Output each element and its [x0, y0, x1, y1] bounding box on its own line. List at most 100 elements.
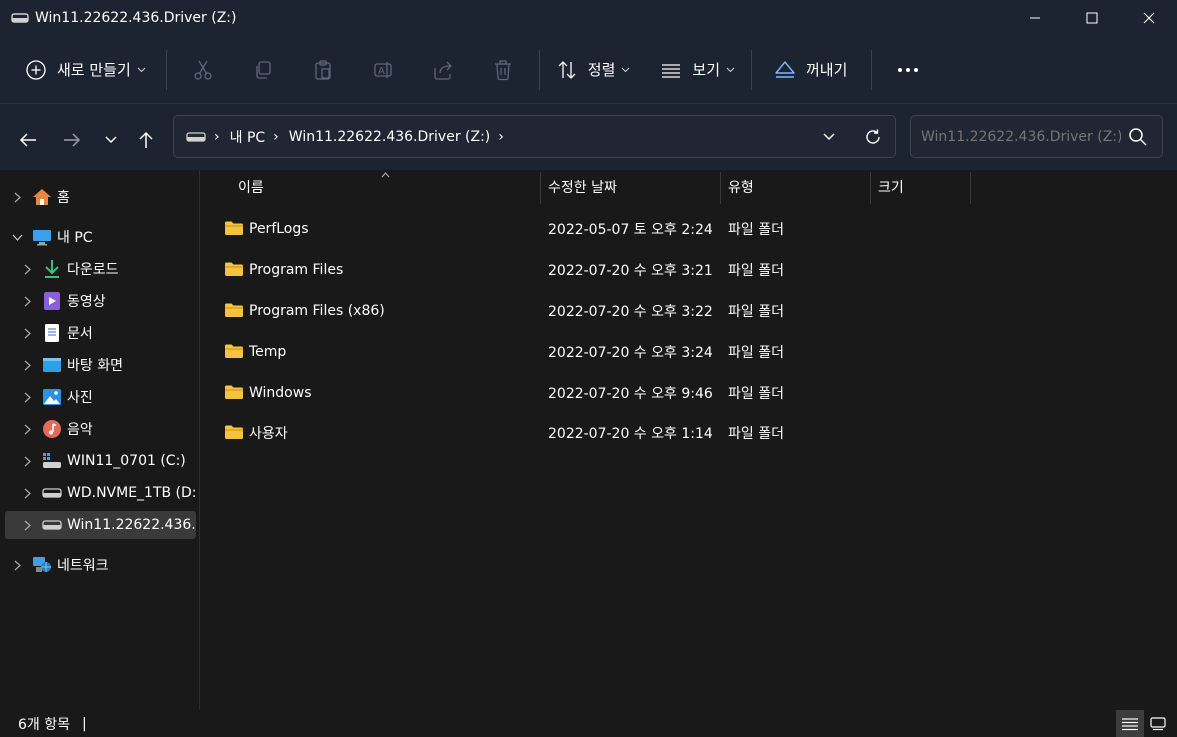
more-button[interactable]: [878, 50, 938, 90]
sidebar-item-label: WD.NVME_1TB (D:): [67, 485, 196, 501]
details-view-button[interactable]: [1116, 710, 1144, 737]
home-icon: [32, 187, 52, 207]
rename-button[interactable]: A: [353, 50, 413, 90]
drive-icon: [11, 11, 29, 25]
table-row[interactable]: Windows 2022-07-20 수 오후 9:46 파일 폴더: [201, 373, 1177, 413]
refresh-icon: [866, 129, 880, 144]
chevron-right-icon[interactable]: [10, 558, 24, 572]
address-bar[interactable]: › 내 PC › Win11.22622.436.Driver (Z:) ›: [173, 115, 896, 158]
cut-icon: [194, 60, 212, 80]
table-row[interactable]: Temp 2022-07-20 수 오후 3:24 파일 폴더: [201, 332, 1177, 372]
sidebar-item-drive-d[interactable]: WD.NVME_1TB (D:): [0, 479, 196, 507]
column-divider[interactable]: [970, 172, 971, 204]
address-dropdown-button[interactable]: [807, 116, 851, 157]
sidebar-item-label: 내 PC: [57, 230, 93, 246]
table-row[interactable]: Program Files 2022-07-20 수 오후 3:21 파일 폴더: [201, 250, 1177, 290]
recent-locations-button[interactable]: [95, 124, 127, 156]
copy-button[interactable]: [233, 50, 293, 90]
delete-icon: [494, 59, 511, 80]
column-header-size[interactable]: 크기: [878, 170, 904, 204]
file-name: Program Files (x86): [249, 303, 385, 319]
column-header-date[interactable]: 수정한 날짜: [548, 170, 617, 204]
forward-button[interactable]: [56, 124, 88, 156]
search-input[interactable]: [921, 128, 1121, 145]
folder-icon: [224, 302, 244, 322]
arrow-up-icon: [139, 131, 153, 148]
chevron-right-icon[interactable]: [10, 190, 24, 204]
drive-icon: [42, 515, 62, 535]
search-box[interactable]: [910, 115, 1163, 158]
pc-icon: [32, 227, 52, 247]
maximize-button[interactable]: [1063, 0, 1120, 36]
delete-button[interactable]: [473, 50, 533, 90]
eject-button[interactable]: 꺼내기: [764, 50, 857, 90]
sidebar-item-drive-c[interactable]: WIN11_0701 (C:): [0, 447, 196, 475]
breadcrumb-pc[interactable]: 내 PC: [230, 127, 266, 147]
column-divider[interactable]: [540, 172, 541, 204]
up-button[interactable]: [130, 124, 162, 156]
close-button[interactable]: [1120, 0, 1177, 36]
rename-icon: A: [374, 61, 392, 78]
chevron-right-icon[interactable]: [20, 454, 34, 468]
folder-icon: [224, 220, 244, 240]
arrow-left-icon: [19, 133, 36, 147]
sidebar-item-videos[interactable]: 동영상: [0, 287, 196, 315]
sidebar-item-label: 동영상: [67, 294, 106, 310]
column-divider[interactable]: [870, 172, 871, 204]
breadcrumb-drive[interactable]: Win11.22622.436.Driver (Z:): [289, 129, 490, 145]
table-row[interactable]: 사용자 2022-07-20 수 오후 1:14 파일 폴더: [201, 413, 1177, 453]
sidebar-item-label: 문서: [67, 326, 93, 342]
refresh-button[interactable]: [851, 116, 895, 157]
file-type: 파일 폴더: [728, 304, 784, 320]
sidebar-item-home[interactable]: 홈: [0, 183, 196, 211]
column-header-name[interactable]: 이름: [238, 170, 264, 204]
column-divider[interactable]: [720, 172, 721, 204]
sidebar-item-downloads[interactable]: 다운로드: [0, 255, 196, 283]
chevron-right-icon[interactable]: [20, 358, 34, 372]
sort-button[interactable]: 정렬: [546, 50, 641, 90]
share-button[interactable]: [413, 50, 473, 90]
system-drive-icon: [42, 451, 62, 471]
chevron-right-icon[interactable]: ›: [498, 129, 504, 145]
sidebar-item-label: 음악: [67, 422, 93, 438]
folder-icon: [224, 424, 244, 444]
sidebar-item-pictures[interactable]: 사진: [0, 383, 196, 411]
file-date: 2022-07-20 수 오후 9:46: [548, 386, 713, 402]
chevron-right-icon[interactable]: [20, 518, 34, 532]
sidebar-item-documents[interactable]: 문서: [0, 319, 196, 347]
table-row[interactable]: PerfLogs 2022-05-07 토 오후 2:24 파일 폴더: [201, 209, 1177, 249]
chevron-right-icon[interactable]: [20, 294, 34, 308]
new-button[interactable]: 새로 만들기: [15, 50, 156, 90]
minimize-button[interactable]: [1006, 0, 1063, 36]
file-date: 2022-07-20 수 오후 3:21: [548, 263, 713, 279]
title-bar: Win11.22622.436.Driver (Z:): [0, 0, 1177, 36]
add-icon: [26, 59, 46, 80]
chevron-down-icon[interactable]: [10, 230, 24, 244]
sidebar-item-label: WIN11_0701 (C:): [67, 453, 186, 469]
chevron-right-icon[interactable]: [20, 390, 34, 404]
chevron-right-icon[interactable]: [20, 262, 34, 276]
column-header-type[interactable]: 유형: [728, 170, 754, 204]
view-button[interactable]: 보기: [650, 50, 745, 90]
download-icon: [42, 259, 62, 279]
table-row[interactable]: Program Files (x86) 2022-07-20 수 오후 3:22…: [201, 291, 1177, 331]
sidebar-item-music[interactable]: 음악: [0, 415, 196, 443]
sidebar-item-drive-z[interactable]: Win11.22622.436.Driver (Z:): [5, 511, 196, 539]
back-button[interactable]: [12, 124, 44, 156]
view-icon: [662, 63, 681, 78]
chevron-down-icon: [622, 67, 630, 72]
chevron-right-icon[interactable]: [20, 422, 34, 436]
sidebar-item-desktop[interactable]: 바탕 화면: [0, 351, 196, 379]
sidebar-item-pc[interactable]: 내 PC: [0, 223, 196, 251]
paste-button[interactable]: [293, 50, 353, 90]
chevron-right-icon[interactable]: [20, 486, 34, 500]
desktop-icon: [42, 355, 62, 375]
chevron-down-icon: [105, 136, 117, 144]
search-icon[interactable]: [1128, 127, 1148, 151]
cut-button[interactable]: [173, 50, 233, 90]
more-icon: [898, 67, 919, 72]
chevron-right-icon[interactable]: [20, 326, 34, 340]
sidebar-item-network[interactable]: 네트워크: [0, 551, 196, 579]
tiles-view-button[interactable]: [1144, 710, 1172, 737]
share-icon: [434, 61, 452, 80]
